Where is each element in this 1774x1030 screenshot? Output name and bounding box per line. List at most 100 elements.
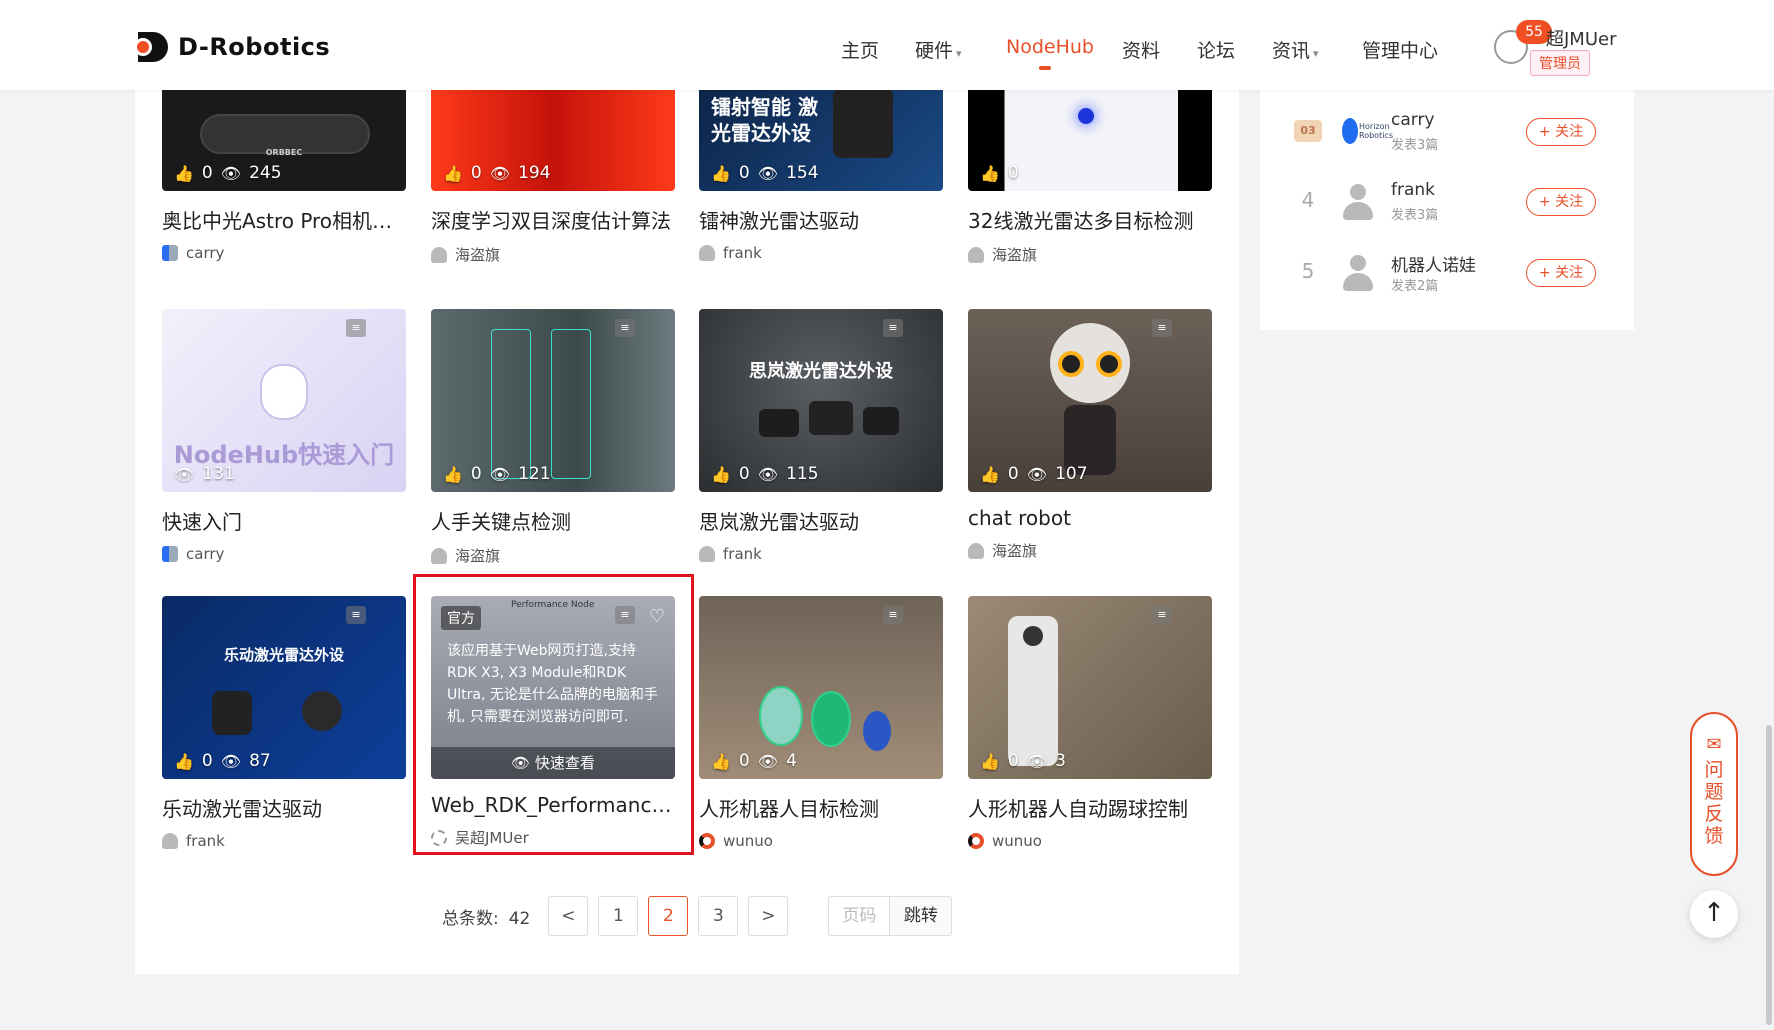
card-author[interactable]: frank xyxy=(162,832,406,850)
author-avatar-icon xyxy=(699,546,715,562)
role-badge: 管理员 xyxy=(1530,50,1590,76)
rank-number: 5 xyxy=(1301,259,1315,283)
author-avatar-icon xyxy=(699,833,715,849)
card-stats: 👍 0 👁 107 xyxy=(980,464,1088,484)
card-stats: 👍 0 👁 115 xyxy=(711,464,819,484)
nav-home[interactable]: 主页 xyxy=(841,36,879,63)
eye-icon: 👁 xyxy=(489,464,511,484)
author-avatar-icon xyxy=(162,546,178,562)
card-author[interactable]: wunuo xyxy=(699,832,943,850)
page-1-button[interactable]: 1 xyxy=(598,896,639,936)
nav-hardware[interactable]: 硬件 ▾ xyxy=(915,36,962,63)
prev-page-button[interactable]: < xyxy=(548,896,589,936)
logo-icon xyxy=(134,30,168,64)
avatar[interactable]: Horizon Robotics xyxy=(1340,112,1393,152)
avatar[interactable] xyxy=(1340,182,1376,222)
author-avatar-icon xyxy=(968,246,984,263)
nav-admin-center[interactable]: 管理中心 xyxy=(1362,36,1438,63)
back-to-top-button[interactable]: ↑ xyxy=(1690,890,1738,938)
card-thumbnail[interactable]: ≡ 👍 0 👁 3 xyxy=(968,596,1212,779)
eye-icon: 👁 xyxy=(1026,751,1048,771)
node-card[interactable]: 思岚激光雷达外设 ≡ 👍 0 👁 115 思岚激光雷达驱动 frank xyxy=(699,309,943,563)
ranking-posts: 发表2篇 xyxy=(1391,279,1439,294)
eye-icon: 👁 xyxy=(220,163,242,183)
card-title[interactable]: 人手关键点检测 xyxy=(431,506,675,535)
ranking-name[interactable]: frank xyxy=(1391,180,1435,200)
jump-button[interactable]: 跳转 xyxy=(890,896,953,936)
avatar[interactable] xyxy=(1340,253,1376,293)
card-author[interactable]: 海盗旗 xyxy=(431,244,675,265)
settings-icon[interactable]: ≡ xyxy=(1152,319,1172,337)
nav-forum[interactable]: 论坛 xyxy=(1197,36,1235,63)
node-card[interactable]: ≡ 👍 0 👁 4 人形机器人目标检测 wunuo xyxy=(699,596,943,850)
node-card[interactable]: ≡ 👍 0 👁 3 人形机器人自动踢球控制 wunuo xyxy=(968,596,1212,850)
card-title[interactable]: 奥比中光Astro Pro相机驱动 xyxy=(162,205,406,234)
nav-news[interactable]: 资讯 ▾ xyxy=(1272,36,1319,63)
card-title[interactable]: 镭神激光雷达驱动 xyxy=(699,205,943,234)
node-card[interactable]: NodeHub快速入门 ≡ 👁 131 快速入门 carry xyxy=(162,309,406,563)
follow-button[interactable]: + 关注 xyxy=(1526,188,1596,216)
ranking-row: 4 frank 发表3篇 + 关注 xyxy=(1260,174,1634,234)
page-2-button[interactable]: 2 xyxy=(648,896,689,936)
scrollbar[interactable] xyxy=(1766,725,1772,1025)
card-title[interactable]: 思岚激光雷达驱动 xyxy=(699,506,943,535)
feedback-button[interactable]: ✉ 问题反馈 xyxy=(1690,712,1738,876)
card-author[interactable]: 海盗旗 xyxy=(968,540,1212,561)
page-3-button[interactable]: 3 xyxy=(698,896,739,936)
card-title[interactable]: 人形机器人目标检测 xyxy=(699,793,943,822)
follow-button[interactable]: + 关注 xyxy=(1526,118,1596,146)
card-author[interactable]: wunuo xyxy=(968,832,1212,850)
settings-icon[interactable]: ≡ xyxy=(346,319,366,337)
next-page-button[interactable]: > xyxy=(748,896,789,936)
page-number-input[interactable]: 页码 xyxy=(828,896,891,936)
card-author[interactable]: frank xyxy=(699,545,943,563)
card-title[interactable]: 32线激光雷达多目标检测 xyxy=(968,205,1212,234)
selection-highlight xyxy=(413,574,694,855)
settings-icon[interactable]: ≡ xyxy=(883,606,903,624)
card-thumbnail[interactable]: 思岚激光雷达外设 ≡ 👍 0 👁 115 xyxy=(699,309,943,492)
card-thumbnail[interactable]: NodeHub快速入门 ≡ 👁 131 xyxy=(162,309,406,492)
card-thumbnail[interactable]: 乐动激光雷达外设 ≡ 👍 0 👁 87 xyxy=(162,596,406,779)
thumbs-up-icon: 👍 xyxy=(711,751,731,771)
settings-icon[interactable]: ≡ xyxy=(883,319,903,337)
settings-icon[interactable]: ≡ xyxy=(1152,606,1172,624)
card-thumbnail[interactable]: ≡ 👍 0 👁 107 xyxy=(968,309,1212,492)
thumbs-up-icon: 👍 xyxy=(174,163,194,183)
thumbs-up-icon: 👍 xyxy=(980,163,1000,183)
author-avatar-icon xyxy=(431,547,447,564)
eye-icon: 👁 xyxy=(757,163,779,183)
card-author[interactable]: frank xyxy=(699,244,943,262)
card-author[interactable]: carry xyxy=(162,244,406,262)
settings-icon[interactable]: ≡ xyxy=(346,606,366,624)
ranking-name[interactable]: carry xyxy=(1391,110,1435,130)
brand-logo[interactable]: D-Robotics xyxy=(134,30,330,64)
node-card[interactable]: ≡ 👍 0 👁 121 人手关键点检测 海盗旗 xyxy=(431,309,675,566)
card-thumbnail[interactable]: ≡ 👍 0 👁 121 xyxy=(431,309,675,492)
crown-icon: 03 xyxy=(1294,120,1322,142)
ranking-name[interactable]: 机器人诺娃 xyxy=(1391,251,1476,276)
card-author[interactable]: 海盗旗 xyxy=(431,545,675,566)
card-title[interactable]: 乐动激光雷达驱动 xyxy=(162,793,406,822)
thumbs-up-icon: 👍 xyxy=(980,464,1000,484)
nav-nodehub[interactable]: NodeHub xyxy=(1006,36,1094,58)
card-title[interactable]: 人形机器人自动踢球控制 xyxy=(968,793,1212,822)
follow-button[interactable]: + 关注 xyxy=(1526,259,1596,287)
card-stats: 👍 0 👁 87 xyxy=(174,751,271,771)
card-stats: 👁 131 xyxy=(174,464,235,484)
user-menu[interactable]: 55 超JMUer 管理员 xyxy=(1494,20,1694,80)
settings-icon[interactable]: ≡ xyxy=(615,319,635,337)
card-author[interactable]: 海盗旗 xyxy=(968,244,1212,265)
user-name[interactable]: 超JMUer xyxy=(1546,25,1617,51)
author-avatar-icon xyxy=(162,245,178,261)
author-avatar-icon xyxy=(162,833,178,849)
card-stats: 👍 0 👁 3 xyxy=(980,751,1066,771)
card-thumbnail[interactable]: ≡ 👍 0 👁 4 xyxy=(699,596,943,779)
thumbs-up-icon: 👍 xyxy=(443,464,463,484)
node-card[interactable]: ≡ 👍 0 👁 107 chat robot 海盗旗 xyxy=(968,309,1212,561)
node-card[interactable]: 乐动激光雷达外设 ≡ 👍 0 👁 87 乐动激光雷达驱动 frank xyxy=(162,596,406,850)
card-title[interactable]: chat robot xyxy=(968,506,1212,530)
card-title[interactable]: 快速入门 xyxy=(162,506,406,535)
card-title[interactable]: 深度学习双目深度估计算法 xyxy=(431,205,675,234)
card-author[interactable]: carry xyxy=(162,545,406,563)
nav-docs[interactable]: 资料 xyxy=(1122,36,1160,63)
